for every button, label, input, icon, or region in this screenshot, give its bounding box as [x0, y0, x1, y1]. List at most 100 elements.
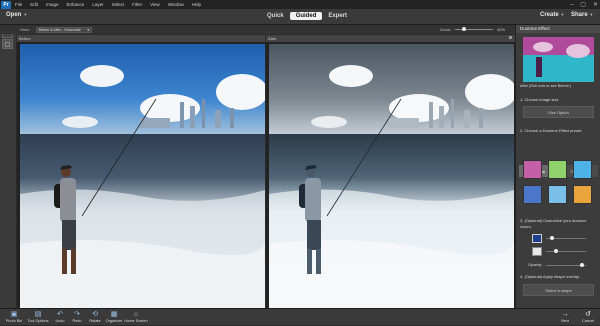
organizer-icon: ▦	[110, 311, 118, 318]
select-shape-button[interactable]: Select a shape	[523, 284, 594, 296]
tool-options-label: Tool Options	[27, 319, 49, 323]
open-button[interactable]: Open ▼	[6, 12, 27, 18]
color-swatch-light[interactable]	[532, 247, 542, 256]
step2-label: 2. Choose a Duotone Effect preset.	[520, 128, 583, 133]
light-color-slider-handle[interactable]	[554, 249, 558, 253]
menu-help[interactable]: Help	[188, 2, 205, 7]
hand-tool-icon[interactable]: ▢	[2, 39, 13, 49]
view-select[interactable]: Before & After - Horizontal ▼	[35, 26, 92, 33]
step4-label: 4. (Optional) Apply shape overlay.	[520, 274, 580, 279]
menu-view[interactable]: View	[146, 2, 164, 7]
create-label: Create	[540, 12, 559, 18]
close-icon[interactable]: ✕	[593, 1, 598, 8]
bottom-bar: ▣ Photo Bin ▤ Tool Options ↶ Undo ↷ Redo…	[0, 308, 600, 325]
menu-enhance[interactable]: Enhance	[63, 2, 89, 7]
maximize-icon[interactable]: ▢	[580, 1, 586, 8]
step3-label: 3. (Optional) Customize your duotone col…	[520, 218, 587, 229]
next-button[interactable]: → Next	[553, 310, 577, 326]
photo-bin-icon: ▣	[10, 311, 18, 318]
size-option-button[interactable]: Size Option	[523, 106, 594, 118]
step1-label: 1. Choose image size.	[520, 97, 560, 102]
organizer-label: Organizer	[105, 319, 123, 323]
menu-image[interactable]: Image	[42, 2, 63, 7]
share-button[interactable]: Share ▼	[571, 12, 593, 18]
menu-edit[interactable]: Edit	[26, 2, 42, 7]
next-label: Next	[561, 319, 569, 323]
organizer-button[interactable]: ▦ Organizer	[102, 310, 126, 326]
preset-thumbnail[interactable]	[548, 185, 567, 204]
rotate-icon: ⟲	[92, 311, 98, 318]
after-preview-thumbnail[interactable]	[523, 37, 594, 82]
color-swatch-dark[interactable]	[532, 234, 542, 243]
light-color-slider[interactable]	[546, 251, 586, 252]
rotate-label: Rotate	[89, 319, 101, 323]
open-label: Open	[6, 12, 22, 18]
after-caption: After (Roll over to see Before.)	[520, 84, 572, 88]
app-logo: Pr	[1, 0, 11, 9]
cancel-button[interactable]: ↺ Cancel	[576, 310, 600, 326]
dark-color-slider-handle[interactable]	[550, 236, 554, 240]
preset-thumbnail[interactable]	[523, 160, 542, 179]
before-pane-header: Before	[17, 35, 265, 42]
before-title: Before	[19, 36, 31, 41]
home-screen-label: Home Screen	[124, 319, 148, 323]
zoom-slider-handle[interactable]	[462, 27, 466, 31]
chevron-down-icon: ▼	[560, 12, 565, 17]
tool-strip: ⌕ ▢	[0, 25, 16, 308]
tool-options-button[interactable]: ▤ Tool Options	[26, 310, 50, 326]
mode-tabs: Quick Guided Expert	[261, 12, 353, 20]
menu-bar: Pr File Edit Image Enhance Layer Select …	[0, 0, 600, 9]
undo-icon: ↶	[57, 311, 63, 318]
before-pane: Before	[17, 35, 265, 308]
zoom-value: 42%	[497, 27, 506, 32]
tool-options-icon: ▤	[34, 311, 42, 318]
after-photo	[269, 44, 514, 308]
undo-label: Undo	[55, 319, 65, 323]
create-button[interactable]: Create ▼	[540, 12, 564, 18]
preset-thumbnail[interactable]	[523, 185, 542, 204]
preset-thumbnail[interactable]	[548, 160, 567, 179]
home-icon: ⌂	[133, 311, 139, 318]
tab-expert[interactable]: Expert	[322, 12, 353, 20]
menu-layer[interactable]: Layer	[88, 2, 107, 7]
menu-window[interactable]: Window	[164, 2, 188, 7]
duotone-panel: Duotone Effect After (Roll over to see B…	[515, 25, 600, 308]
opacity-label: Opacity	[528, 262, 542, 267]
share-label: Share	[571, 12, 588, 18]
after-title: After	[268, 36, 277, 41]
redo-label: Redo	[72, 319, 82, 323]
zoom-label: Zoom:	[440, 27, 452, 32]
chevron-down-icon: ▼	[86, 27, 90, 32]
next-icon: →	[561, 311, 569, 318]
cancel-icon: ↺	[585, 311, 591, 318]
after-pane: After	[266, 35, 515, 308]
tab-quick[interactable]: Quick	[261, 12, 290, 20]
menu-select[interactable]: Select	[108, 2, 129, 7]
panel-title: Duotone Effect	[516, 25, 600, 33]
mode-bar: Open ▼ Quick Guided Expert Create ▼ Share…	[0, 9, 600, 25]
before-photo	[20, 44, 265, 308]
tab-guided[interactable]: Guided	[289, 12, 323, 20]
home-screen-button[interactable]: ⌂ Home Screen	[124, 310, 148, 326]
opacity-slider-handle[interactable]	[580, 263, 584, 267]
window-controls: – ▢ ✕	[570, 0, 598, 9]
chevron-down-icon: ▼	[589, 12, 594, 17]
chevron-down-icon: ▼	[23, 12, 28, 17]
minimize-icon[interactable]: –	[570, 2, 573, 8]
preset-thumbnail[interactable]	[573, 185, 592, 204]
view-label: View:	[20, 27, 30, 32]
after-pane-header: After	[266, 35, 515, 42]
cancel-label: Cancel	[582, 319, 594, 323]
zoom-slider-track[interactable]	[455, 29, 493, 30]
close-icon[interactable]	[509, 36, 512, 39]
preset-thumbnail[interactable]	[573, 160, 592, 179]
menu-filter[interactable]: Filter	[128, 2, 146, 7]
select-shape-label: Select a shape	[545, 287, 572, 293]
size-option-label: Size Option	[548, 109, 569, 115]
options-bar: View: Before & After - Horizontal ▼ Zoom…	[0, 25, 515, 34]
redo-icon: ↷	[74, 311, 80, 318]
photo-bin-label: Photo Bin	[5, 319, 23, 323]
menu-file[interactable]: File	[11, 2, 26, 7]
photo-bin-button[interactable]: ▣ Photo Bin	[2, 310, 26, 326]
view-value: Before & After - Horizontal	[38, 27, 81, 32]
